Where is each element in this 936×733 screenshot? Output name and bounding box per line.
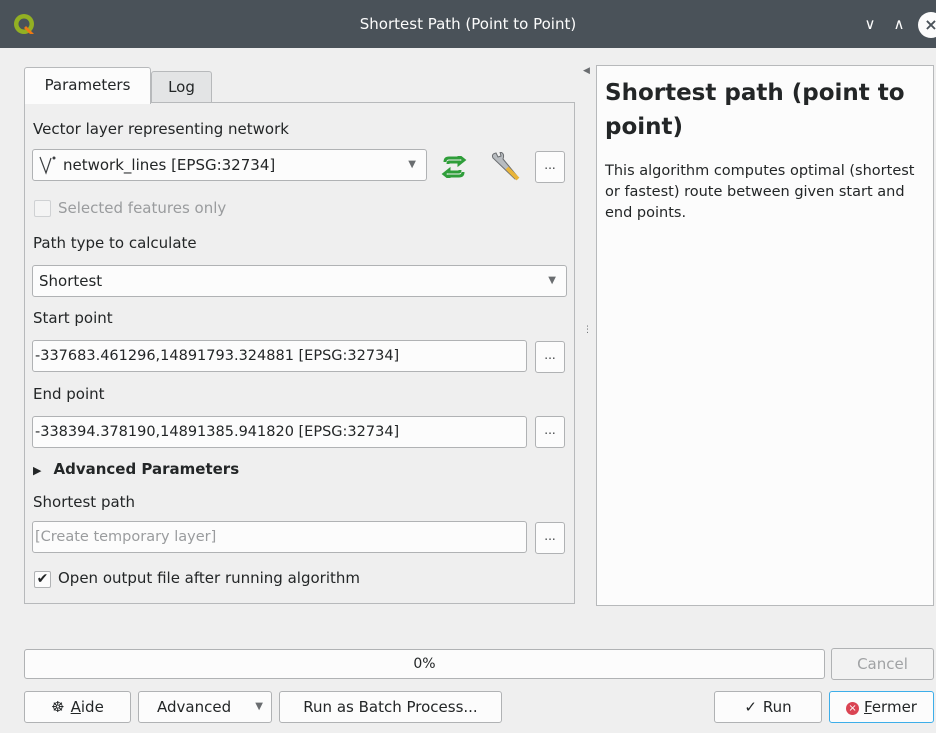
help-icon: ☸ bbox=[51, 698, 65, 716]
line-layer-icon bbox=[39, 156, 56, 175]
help-button[interactable]: ☸ Aide bbox=[24, 691, 131, 723]
minimize-icon[interactable]: ∨ bbox=[858, 12, 882, 36]
chevron-down-icon: ▼ bbox=[548, 275, 556, 286]
output-label: Shortest path bbox=[33, 493, 136, 511]
close-button-label: ermer bbox=[871, 698, 917, 716]
path-type-combo[interactable]: Shortest ▼ bbox=[32, 265, 567, 297]
open-output-label: Open output file after running algorithm bbox=[58, 569, 360, 587]
wrench-icon[interactable] bbox=[489, 152, 521, 182]
start-point-input[interactable]: -337683.461296,14891793.324881 [EPSG:327… bbox=[32, 340, 527, 372]
refresh-icon[interactable] bbox=[439, 156, 469, 178]
network-layer-value: network_lines [EPSG:32734] bbox=[63, 156, 276, 174]
tab-log[interactable]: Log bbox=[151, 71, 212, 103]
open-output-checkbox[interactable]: ✔ bbox=[34, 571, 51, 588]
end-point-label: End point bbox=[33, 385, 105, 403]
end-point-browse-button[interactable]: ... bbox=[535, 416, 565, 448]
progress-bar: 0% bbox=[24, 649, 825, 679]
advanced-parameters-label: Advanced Parameters bbox=[53, 460, 240, 478]
path-type-value: Shortest bbox=[39, 272, 103, 290]
chevron-down-icon: ▼ bbox=[408, 159, 416, 170]
progress-label: 0% bbox=[413, 656, 436, 672]
start-point-label: Start point bbox=[33, 309, 113, 327]
help-title: Shortest path (point to point) bbox=[605, 80, 905, 140]
help-button-mnemonic: A bbox=[70, 698, 81, 716]
selected-features-checkbox[interactable] bbox=[34, 200, 51, 217]
help-panel: Shortest path (point to point) This algo… bbox=[596, 65, 934, 606]
network-layer-combo[interactable]: network_lines [EPSG:32734] ▼ bbox=[32, 149, 427, 181]
close-circle-icon: × bbox=[846, 702, 860, 715]
path-type-label: Path type to calculate bbox=[33, 234, 197, 252]
help-button-label: ide bbox=[80, 698, 104, 716]
advanced-parameters-toggle[interactable]: ▶ Advanced Parameters bbox=[33, 460, 239, 478]
network-layer-browse-button[interactable]: ... bbox=[535, 151, 565, 183]
cancel-button[interactable]: Cancel bbox=[831, 648, 934, 680]
parameters-panel: Vector layer representing network networ… bbox=[24, 102, 575, 604]
close-button[interactable]: × Fermer bbox=[829, 691, 934, 723]
window-title: Shortest Path (Point to Point) bbox=[359, 15, 577, 33]
network-layer-label: Vector layer representing network bbox=[33, 120, 289, 138]
window-titlebar: Shortest Path (Point to Point) ∨ ∧ × bbox=[0, 0, 936, 48]
start-point-browse-button[interactable]: ... bbox=[535, 341, 565, 373]
run-button-label: Run bbox=[762, 698, 792, 716]
expand-arrow-icon: ▶ bbox=[33, 464, 42, 477]
maximize-icon[interactable]: ∧ bbox=[887, 12, 911, 36]
collapse-help-arrow-icon[interactable]: ◀ bbox=[583, 66, 590, 76]
output-input[interactable]: [Create temporary layer] bbox=[32, 521, 527, 553]
run-button[interactable]: ✓ Run bbox=[714, 691, 822, 723]
close-button-mnemonic: F bbox=[864, 698, 872, 716]
selected-features-label: Selected features only bbox=[58, 199, 227, 217]
end-point-input[interactable]: -338394.378190,14891385.941820 [EPSG:327… bbox=[32, 416, 527, 448]
tab-parameters[interactable]: Parameters bbox=[24, 67, 151, 104]
close-window-icon[interactable]: × bbox=[918, 12, 936, 38]
help-description: This algorithm computes optimal (shortes… bbox=[605, 163, 915, 221]
chevron-down-icon: ▼ bbox=[255, 701, 263, 712]
run-as-batch-button[interactable]: Run as Batch Process... bbox=[279, 691, 502, 723]
output-browse-button[interactable]: ... bbox=[535, 522, 565, 554]
checkmark-icon: ✓ bbox=[744, 698, 757, 716]
advanced-button-label: Advanced bbox=[157, 698, 232, 716]
splitter-handle[interactable]: ⋮ bbox=[583, 326, 592, 335]
advanced-button[interactable]: Advanced ▼ bbox=[138, 691, 272, 723]
